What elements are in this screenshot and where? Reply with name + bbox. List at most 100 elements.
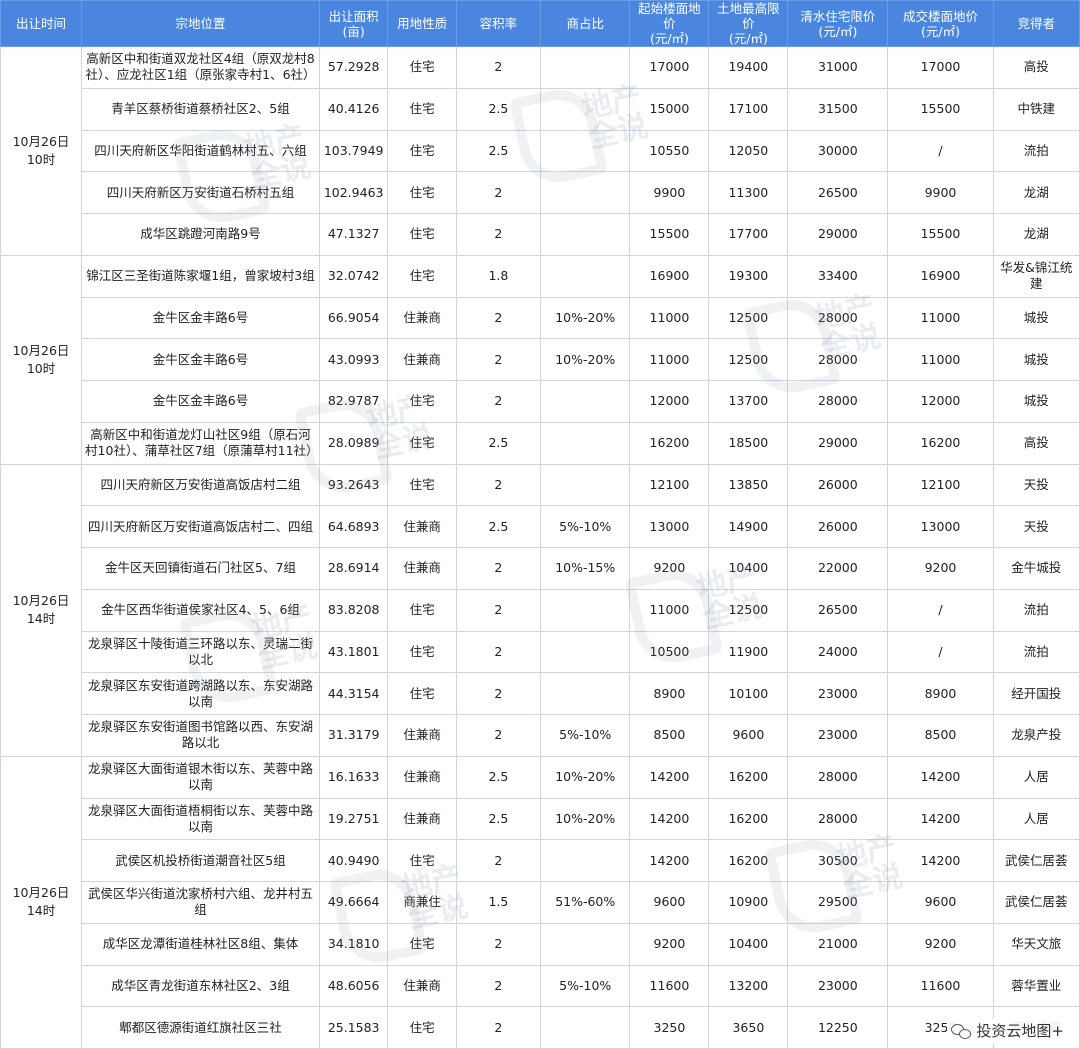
commercial-ratio-cell xyxy=(539,588,631,632)
area-cell: 43.0993 xyxy=(318,338,389,381)
land-use-cell: 住宅 xyxy=(387,839,457,882)
area-cell: 57.2928 xyxy=(318,46,389,89)
land-use-cell: 住宅 xyxy=(387,380,457,423)
land-use-cell: 住兼商 xyxy=(387,714,457,757)
deal-price-cell: / xyxy=(887,630,994,674)
area-cell: 48.6056 xyxy=(318,964,389,1008)
location-cell: 金牛区金丰路6号 xyxy=(81,338,320,381)
commercial-ratio-cell xyxy=(539,630,631,674)
start-price-cell: 10500 xyxy=(629,630,710,674)
table-row: 武侯区华兴街道沈家桥村六组、龙井村五组 49.6664 商兼住 1.5 51%-60% 9… xyxy=(1,881,1080,924)
deal-price-cell: 9200 xyxy=(887,922,994,966)
winner-cell: 人居 xyxy=(992,797,1080,841)
housing-cap-cell: 31500 xyxy=(787,87,889,131)
land-use-cell: 住宅 xyxy=(387,463,457,507)
table-row: 成华区跳蹬河南路9号 47.1327 住宅 2 15500 17700 29000 15500… xyxy=(1,213,1080,256)
land-use-cell: 住兼商 xyxy=(387,338,457,381)
winner-cell: 金牛城投 xyxy=(992,547,1080,590)
far-cell: 2 xyxy=(455,1006,542,1049)
start-price-cell: 15000 xyxy=(629,87,710,131)
housing-cap-cell: 22000 xyxy=(787,547,889,590)
housing-cap-cell: 23000 xyxy=(787,964,889,1008)
table-row: 武侯区机投桥街道潮音社区5组 40.9490 住宅 2 14200 16200 30500 1… xyxy=(1,839,1080,882)
col-max-price-label: 土地最高限价 (元/㎡) xyxy=(717,1,780,46)
far-cell: 2 xyxy=(455,588,542,632)
account-name: 投资云地图+ xyxy=(976,1022,1064,1040)
max-price-cell: 16200 xyxy=(708,755,789,799)
housing-cap-cell: 26000 xyxy=(787,505,889,548)
housing-cap-cell: 28000 xyxy=(787,338,889,381)
commercial-ratio-cell xyxy=(539,672,631,715)
max-price-cell: 16200 xyxy=(708,839,789,882)
max-price-cell: 18500 xyxy=(708,421,789,465)
area-cell: 28.0989 xyxy=(318,421,389,465)
max-price-cell: 10400 xyxy=(708,922,789,966)
table-row: 四川天府新区万安街道石桥村五组 102.9463 住宅 2 9900 11300 26500… xyxy=(1,171,1080,214)
location-cell: 四川天府新区万安街道高饭店村二组 xyxy=(81,463,320,507)
area-cell: 40.9490 xyxy=(318,839,389,882)
winner-cell: 武侯仁居荟 xyxy=(992,881,1080,924)
area-cell: 93.2643 xyxy=(318,463,389,507)
land-use-cell: 住兼商 xyxy=(387,964,457,1008)
far-cell: 2 xyxy=(455,714,542,757)
land-use-cell: 住兼商 xyxy=(387,505,457,548)
location-cell: 青羊区蔡桥街道蔡桥社区2、5组 xyxy=(81,87,320,131)
area-cell: 103.7949 xyxy=(318,129,389,173)
max-price-cell: 10100 xyxy=(708,672,789,715)
commercial-ratio-cell: 10%-20% xyxy=(539,296,631,340)
start-price-cell: 16200 xyxy=(629,421,710,465)
table-row: 郫都区德源街道红旗社区三社 25.1583 住宅 2 3250 3650 12250 3250… xyxy=(1,1006,1080,1049)
commercial-ratio-cell xyxy=(539,254,631,298)
winner-cell: 龙湖 xyxy=(992,213,1080,256)
location-cell: 高新区中和街道龙灯山社区9组（原石河村10社）、蒲草社区7组（原蒲草村11社） xyxy=(81,421,320,465)
max-price-cell: 12500 xyxy=(708,588,789,632)
far-cell: 2 xyxy=(455,672,542,715)
time-cell: 10月26日 10时 xyxy=(0,46,83,256)
table-row: 龙泉驿区东安街道图书馆路以西、东安湖路以北 31.3179 住兼商 2 5%-10% 85… xyxy=(1,714,1080,757)
max-price-cell: 12500 xyxy=(708,338,789,381)
area-cell: 19.2751 xyxy=(318,797,389,841)
col-winner: 竞得者 xyxy=(992,0,1080,47)
table-row: 高新区中和街道龙灯山社区9组（原石河村10社）、蒲草社区7组（原蒲草村11社） 2… xyxy=(1,421,1080,465)
winner-cell: 华发&锦江统建 xyxy=(992,254,1080,298)
location-cell: 金牛区金丰路6号 xyxy=(81,296,320,340)
land-auction-table: 出让时间 宗地位置 出让面积 (亩) 用地性质 容积率 商占比 起始楼面地价 (… xyxy=(0,0,1080,1049)
area-cell: 66.9054 xyxy=(318,296,389,340)
land-use-cell: 商兼住 xyxy=(387,881,457,924)
col-commercial-ratio: 商占比 xyxy=(539,0,631,47)
time-cell: 10月26日 10时 xyxy=(0,254,83,465)
max-price-cell: 10400 xyxy=(708,547,789,590)
start-price-cell: 11000 xyxy=(629,588,710,632)
far-cell: 2 xyxy=(455,630,542,674)
far-cell: 2.5 xyxy=(455,755,542,799)
land-use-cell: 住宅 xyxy=(387,588,457,632)
location-cell: 龙泉驿区大面街道银木街以东、芙蓉中路以南 xyxy=(81,755,320,799)
deal-price-cell: / xyxy=(887,129,994,173)
col-area: 出让面积 (亩) xyxy=(318,0,389,47)
far-cell: 2.5 xyxy=(455,87,542,131)
commercial-ratio-cell: 5%-10% xyxy=(539,714,631,757)
start-price-cell: 11000 xyxy=(629,296,710,340)
table-row: 10月26日 14时 四川天府新区万安街道高饭店村二组 93.2643 住宅 2 1210… xyxy=(0,463,1080,757)
col-time: 出让时间 xyxy=(0,0,83,47)
winner-cell: 天投 xyxy=(992,505,1080,548)
max-price-cell: 9600 xyxy=(708,714,789,757)
start-price-cell: 8500 xyxy=(629,714,710,757)
deal-price-cell: 8500 xyxy=(887,714,994,757)
max-price-cell: 19300 xyxy=(708,254,789,298)
housing-cap-cell: 12250 xyxy=(787,1006,889,1049)
winner-cell: 流拍 xyxy=(992,630,1080,674)
housing-cap-cell: 26500 xyxy=(787,171,889,214)
max-price-cell: 11300 xyxy=(708,171,789,214)
winner-cell: 人居 xyxy=(992,755,1080,799)
area-cell: 40.4126 xyxy=(318,87,389,131)
max-price-cell: 13850 xyxy=(708,463,789,507)
location-cell: 四川天府新区华阳街道鹤林村五、六组 xyxy=(81,129,320,173)
location-cell: 武侯区华兴街道沈家桥村六组、龙井村五组 xyxy=(81,881,320,924)
commercial-ratio-cell xyxy=(539,463,631,507)
housing-cap-cell: 29000 xyxy=(787,421,889,465)
start-price-cell: 15500 xyxy=(629,213,710,256)
location-cell: 金牛区天回镇街道石门社区5、7组 xyxy=(81,547,320,590)
housing-cap-cell: 29000 xyxy=(787,213,889,256)
area-cell: 16.1633 xyxy=(318,755,389,799)
